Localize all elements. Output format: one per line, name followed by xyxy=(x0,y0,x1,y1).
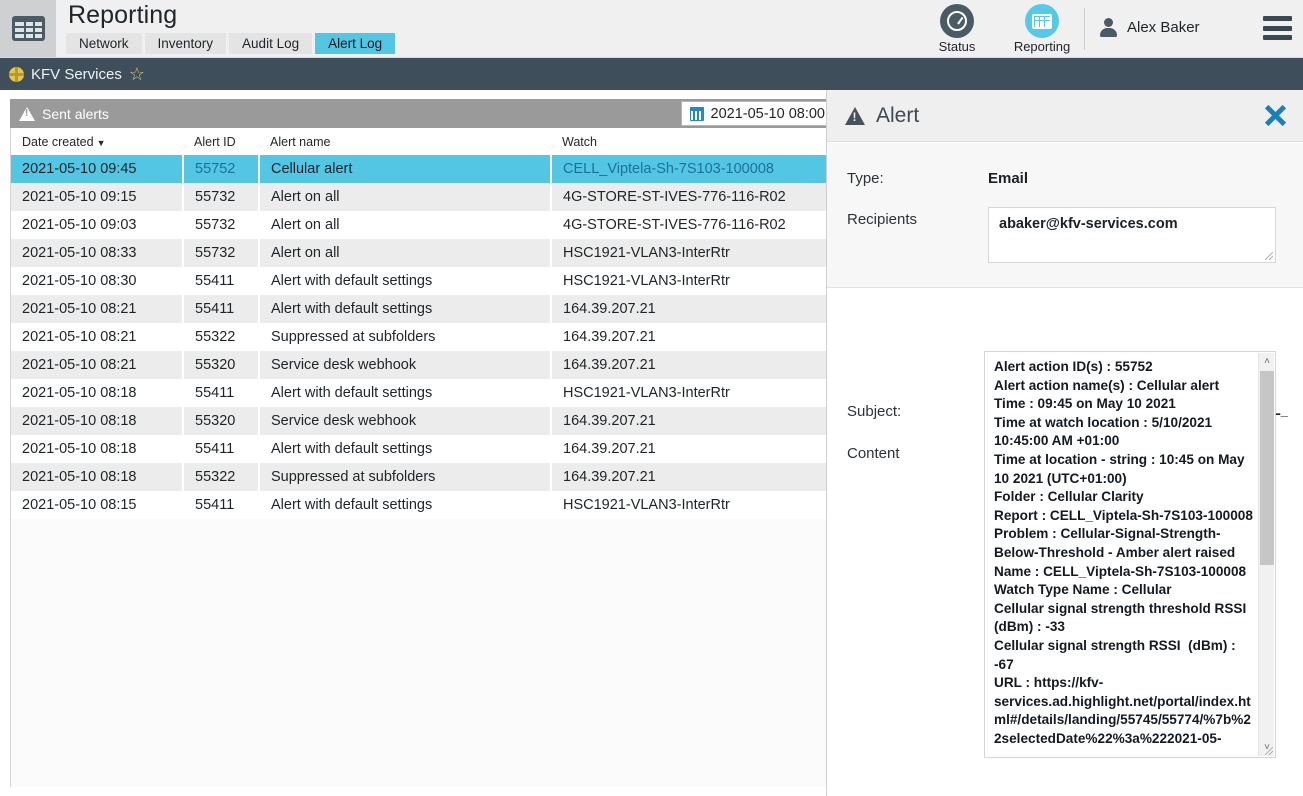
cell-date-created: 2021-05-10 09:45 xyxy=(11,155,183,183)
warning-triangle-icon xyxy=(19,107,35,121)
app-logo[interactable] xyxy=(0,0,56,57)
calendar-icon xyxy=(690,107,704,121)
user-menu[interactable]: Alex Baker xyxy=(1099,18,1200,37)
cell-alert-name: Suppressed at subfolders xyxy=(259,463,551,491)
warning-triangle-icon xyxy=(845,107,865,125)
user-name-label: Alex Baker xyxy=(1127,19,1200,36)
cell-alert-id: 55320 xyxy=(183,407,259,435)
tab-audit-log[interactable]: Audit Log xyxy=(229,33,312,54)
content-scrollbar[interactable]: ˄ ˅ xyxy=(1258,353,1274,756)
reporting-icon-circle xyxy=(1025,4,1059,38)
cell-alert-id: 55322 xyxy=(183,323,259,351)
cell-alert-name: Suppressed at subfolders xyxy=(259,323,551,351)
cell-date-created: 2021-05-10 08:21 xyxy=(11,351,183,379)
column-header-date-created[interactable]: Date created▼ xyxy=(11,128,183,155)
grid-table-icon xyxy=(12,16,45,41)
subject-label: Subject: xyxy=(847,403,901,420)
hamburger-menu-icon[interactable] xyxy=(1263,16,1292,40)
breadcrumb-label[interactable]: KFV Services xyxy=(31,66,122,83)
cell-alert-name: Alert on all xyxy=(259,183,551,211)
cell-alert-id: 55411 xyxy=(183,267,259,295)
cell-alert-name: Service desk webhook xyxy=(259,351,551,379)
scroll-up-icon[interactable]: ˄ xyxy=(1259,353,1275,370)
cell-alert-id: 55732 xyxy=(183,211,259,239)
cell-alert-id: 55752 xyxy=(183,155,259,183)
cell-alert-name: Alert with default settings xyxy=(259,379,551,407)
cell-alert-name: Alert on all xyxy=(259,239,551,267)
cell-alert-id: 55322 xyxy=(183,463,259,491)
resize-grip-icon[interactable] xyxy=(1265,252,1273,260)
alert-detail-title: Alert xyxy=(876,104,919,128)
cell-alert-id: 55411 xyxy=(183,491,259,519)
date-picker-value: 2021-05-10 08:00 xyxy=(711,106,826,122)
recipients-label: Recipients xyxy=(847,211,917,228)
nav-reporting-button[interactable]: Reporting xyxy=(1003,4,1081,54)
recipients-field[interactable]: abaker@kfv-services.com xyxy=(988,207,1276,263)
cell-alert-id: 55411 xyxy=(183,435,259,463)
alert-detail-header: Alert xyxy=(827,90,1303,142)
column-header-alert-id[interactable]: Alert ID xyxy=(183,128,259,155)
column-header-label: Date created xyxy=(22,135,94,149)
cell-alert-name: Cellular alert xyxy=(259,155,551,183)
recipients-value: abaker@kfv-services.com xyxy=(999,216,1178,232)
grid-table-icon xyxy=(1032,14,1052,29)
app-header: Reporting Network Inventory Audit Log Al… xyxy=(0,0,1303,58)
resize-grip-icon[interactable] xyxy=(1265,747,1273,755)
cell-alert-name: Service desk webhook xyxy=(259,407,551,435)
content-value: Alert action ID(s) : 55752 Alert action … xyxy=(994,358,1256,750)
sent-alerts-title: Sent alerts xyxy=(42,106,109,122)
page-title: Reporting xyxy=(68,1,177,30)
cell-date-created: 2021-05-10 08:21 xyxy=(11,323,183,351)
tab-network[interactable]: Network xyxy=(66,33,142,54)
main-tabs: Network Inventory Audit Log Alert Log xyxy=(66,33,395,54)
date-picker[interactable]: 2021-05-10 08:00 xyxy=(681,101,837,126)
close-icon[interactable] xyxy=(1264,104,1287,127)
alert-detail-panel: Alert Type: Email Recipients abaker@kfv-… xyxy=(826,90,1303,796)
cell-date-created: 2021-05-10 09:15 xyxy=(11,183,183,211)
breadcrumb: KFV Services ☆ xyxy=(0,58,1303,90)
status-icon-circle xyxy=(940,4,974,38)
cell-alert-id: 55320 xyxy=(183,351,259,379)
cell-date-created: 2021-05-10 08:18 xyxy=(11,407,183,435)
tab-inventory[interactable]: Inventory xyxy=(145,33,227,54)
scrollbar-thumb[interactable] xyxy=(1260,371,1274,565)
cell-date-created: 2021-05-10 09:03 xyxy=(11,211,183,239)
cell-date-created: 2021-05-10 08:30 xyxy=(11,267,183,295)
cell-alert-name: Alert with default settings xyxy=(259,435,551,463)
content-field[interactable]: Alert action ID(s) : 55752 Alert action … xyxy=(984,351,1276,758)
cell-date-created: 2021-05-10 08:18 xyxy=(11,379,183,407)
tab-alert-log[interactable]: Alert Log xyxy=(315,33,395,54)
type-value: Email xyxy=(988,170,1028,187)
sort-descending-icon: ▼ xyxy=(97,138,106,148)
cell-date-created: 2021-05-10 08:15 xyxy=(11,491,183,519)
cell-alert-id: 55411 xyxy=(183,295,259,323)
cell-alert-name: Alert on all xyxy=(259,211,551,239)
cell-date-created: 2021-05-10 08:33 xyxy=(11,239,183,267)
globe-icon xyxy=(9,67,24,82)
type-label: Type: xyxy=(847,170,884,187)
cell-alert-name: Alert with default settings xyxy=(259,295,551,323)
cell-date-created: 2021-05-10 08:18 xyxy=(11,463,183,491)
cell-alert-id: 55732 xyxy=(183,183,259,211)
column-header-alert-name[interactable]: Alert name xyxy=(259,128,551,155)
header-divider xyxy=(1084,8,1085,50)
cell-date-created: 2021-05-10 08:21 xyxy=(11,295,183,323)
cell-alert-name: Alert with default settings xyxy=(259,491,551,519)
cell-alert-id: 55732 xyxy=(183,239,259,267)
gauge-icon xyxy=(947,11,967,31)
nav-status-button[interactable]: Status xyxy=(918,4,996,54)
cell-alert-id: 55411 xyxy=(183,379,259,407)
avatar-icon xyxy=(1099,18,1118,37)
cell-alert-name: Alert with default settings xyxy=(259,267,551,295)
content-label: Content xyxy=(847,445,900,462)
nav-reporting-label: Reporting xyxy=(1014,39,1070,54)
sent-alerts-bar: Sent alerts 2021-05-10 08:00 xyxy=(10,99,838,128)
cell-date-created: 2021-05-10 08:18 xyxy=(11,435,183,463)
star-outline-icon[interactable]: ☆ xyxy=(129,65,145,83)
nav-status-label: Status xyxy=(939,39,976,54)
